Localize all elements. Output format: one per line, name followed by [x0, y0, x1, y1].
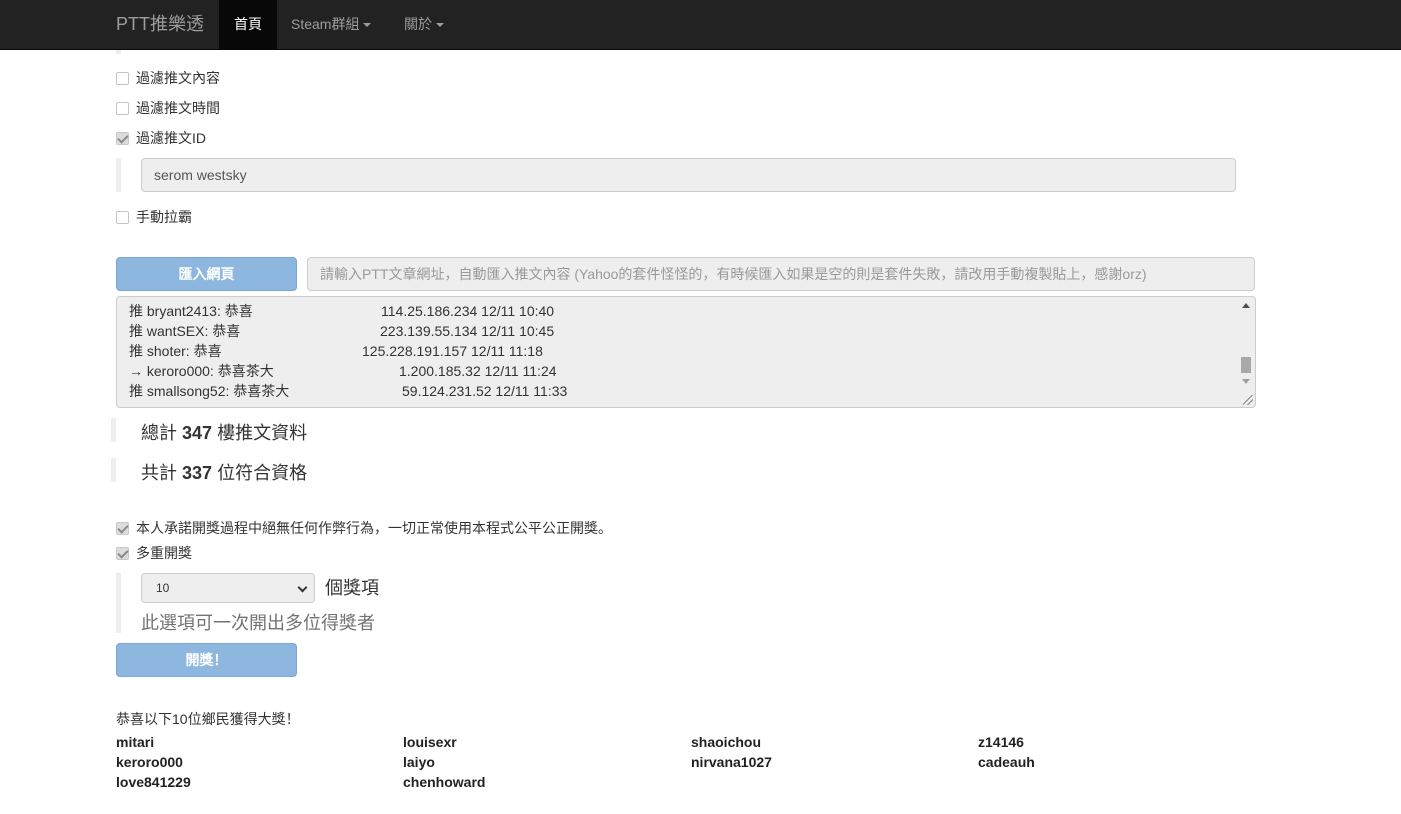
results-heading: 恭喜以下10位鄉民獲得大獎！ [116, 711, 300, 727]
winner-name: shaoichou [691, 734, 762, 750]
winner-name: nirvana1027 [691, 754, 772, 770]
filter-id-input[interactable]: serom westsky [141, 158, 1236, 192]
promise-label: 本人承諾開獎過程中絕無任何作弊行為，一切正常使用本程式公平公正開獎。 [136, 520, 612, 536]
navbar: PTT推樂透 首頁 Steam群組 關於 [0, 0, 1401, 50]
stats-qualified-bar [111, 458, 116, 482]
stats-qualified: 共計 337 位符合資格 [141, 459, 307, 485]
push-meta: 1.200.185.32 12/11 11:24 [399, 363, 557, 379]
filter-id-checkbox-row[interactable]: 過濾推文ID [116, 128, 206, 148]
nav-steam-group-label: Steam群組 [291, 16, 360, 32]
nav-home[interactable]: 首頁 [219, 0, 277, 50]
filter-content-label: 過濾推文內容 [136, 70, 220, 86]
winner-name: laiyo [403, 754, 435, 770]
push-line: 推 wantSEX: 恭喜 [129, 323, 241, 339]
nav-steam-group[interactable]: Steam群組 [276, 0, 386, 50]
draw-button[interactable]: 開獎！ [116, 643, 297, 677]
filter-id-label: 過濾推文ID [136, 130, 206, 146]
multi-draw-indent-bar [116, 573, 121, 633]
filter-id-checkbox[interactable] [116, 131, 129, 145]
nav-about[interactable]: 關於 [389, 0, 459, 50]
winner-name: louisexr [403, 734, 457, 750]
multi-draw-checkbox-row[interactable]: 多重開獎 [116, 543, 192, 563]
push-line: 推 smallsong52: 恭喜茶大 [129, 383, 290, 399]
winner-name: mitari [116, 734, 155, 750]
caret-down-icon [363, 23, 372, 28]
promise-checkbox[interactable] [116, 521, 129, 535]
filter-id-indent-bar [116, 158, 121, 192]
brand-logo[interactable]: PTT推樂透 [116, 0, 204, 50]
winner-name: love841229 [116, 774, 191, 790]
push-line: 推 bryant2413: 恭喜 [129, 303, 253, 319]
stats-qualified-suffix: 位符合資格 [217, 463, 308, 483]
import-page-button[interactable]: 匯入網頁 [116, 257, 297, 291]
winner-name: keroro000 [116, 754, 183, 770]
prize-count-value: 10 [156, 581, 170, 595]
manual-paste-label: 手動拉霸 [136, 209, 192, 225]
manual-paste-checkbox[interactable] [116, 210, 129, 224]
prize-unit-label: 個獎項 [325, 578, 379, 598]
filter-time-checkbox[interactable] [116, 101, 129, 115]
filter-time-label: 過濾推文時間 [136, 100, 220, 116]
chevron-down-icon [297, 582, 308, 593]
scroll-down-arrow-icon[interactable] [1242, 379, 1250, 384]
filter-content-checkbox[interactable] [116, 71, 129, 85]
multi-draw-label: 多重開獎 [136, 545, 192, 561]
filter-content-checkbox-row[interactable]: 過濾推文內容 [116, 68, 220, 88]
promise-checkbox-row[interactable]: 本人承諾開獎過程中絕無任何作弊行為，一切正常使用本程式公平公正開獎。 [116, 518, 612, 538]
multi-draw-hint: 此選項可一次開出多位得獎者 [141, 613, 375, 633]
multi-draw-checkbox[interactable] [116, 546, 129, 560]
scroll-up-arrow-icon[interactable] [1242, 303, 1250, 308]
stats-total-bar [111, 418, 116, 442]
manual-paste-checkbox-row[interactable]: 手動拉霸 [116, 207, 192, 227]
resize-grip-icon[interactable] [1243, 395, 1253, 405]
winner-name: cadeauh [978, 754, 1035, 770]
push-line: 推 shoter: 恭喜 [129, 343, 222, 359]
push-content-textarea[interactable]: 推 bryant2413: 恭喜 114.25.186.234 12/11 10… [116, 296, 1256, 408]
prize-count-select[interactable]: 10 [141, 573, 315, 603]
push-meta: 59.124.231.52 12/11 11:33 [402, 383, 568, 399]
push-meta: 223.139.55.134 12/11 10:45 [380, 323, 555, 339]
scroll-thumb[interactable] [1241, 357, 1251, 373]
filter-time-checkbox-row[interactable]: 過濾推文時間 [116, 98, 220, 118]
push-line: → keroro000: 恭喜茶大 [129, 363, 274, 379]
nav-about-label: 關於 [404, 16, 432, 32]
winner-name: chenhoward [403, 774, 486, 790]
textarea-scrollbar[interactable] [1239, 299, 1253, 405]
caret-down-icon [436, 23, 444, 28]
stats-total: 總計 347 樓推文資料 [141, 419, 307, 445]
stats-total-suffix: 樓推文資料 [217, 423, 308, 443]
stats-qualified-prefix: 共計 [141, 463, 177, 483]
winner-name: z14146 [978, 734, 1024, 750]
stats-qualified-count: 337 [182, 463, 213, 483]
url-input[interactable]: 請輸入PTT文章網址，自動匯入推文內容 (Yahoo的套件怪怪的，有時候匯入如果… [307, 257, 1255, 291]
push-meta: 125.228.191.157 12/11 11:18 [362, 343, 543, 359]
push-meta: 114.25.186.234 12/11 10:40 [381, 303, 555, 319]
stats-total-prefix: 總計 [141, 423, 177, 443]
stats-total-count: 347 [182, 423, 213, 443]
